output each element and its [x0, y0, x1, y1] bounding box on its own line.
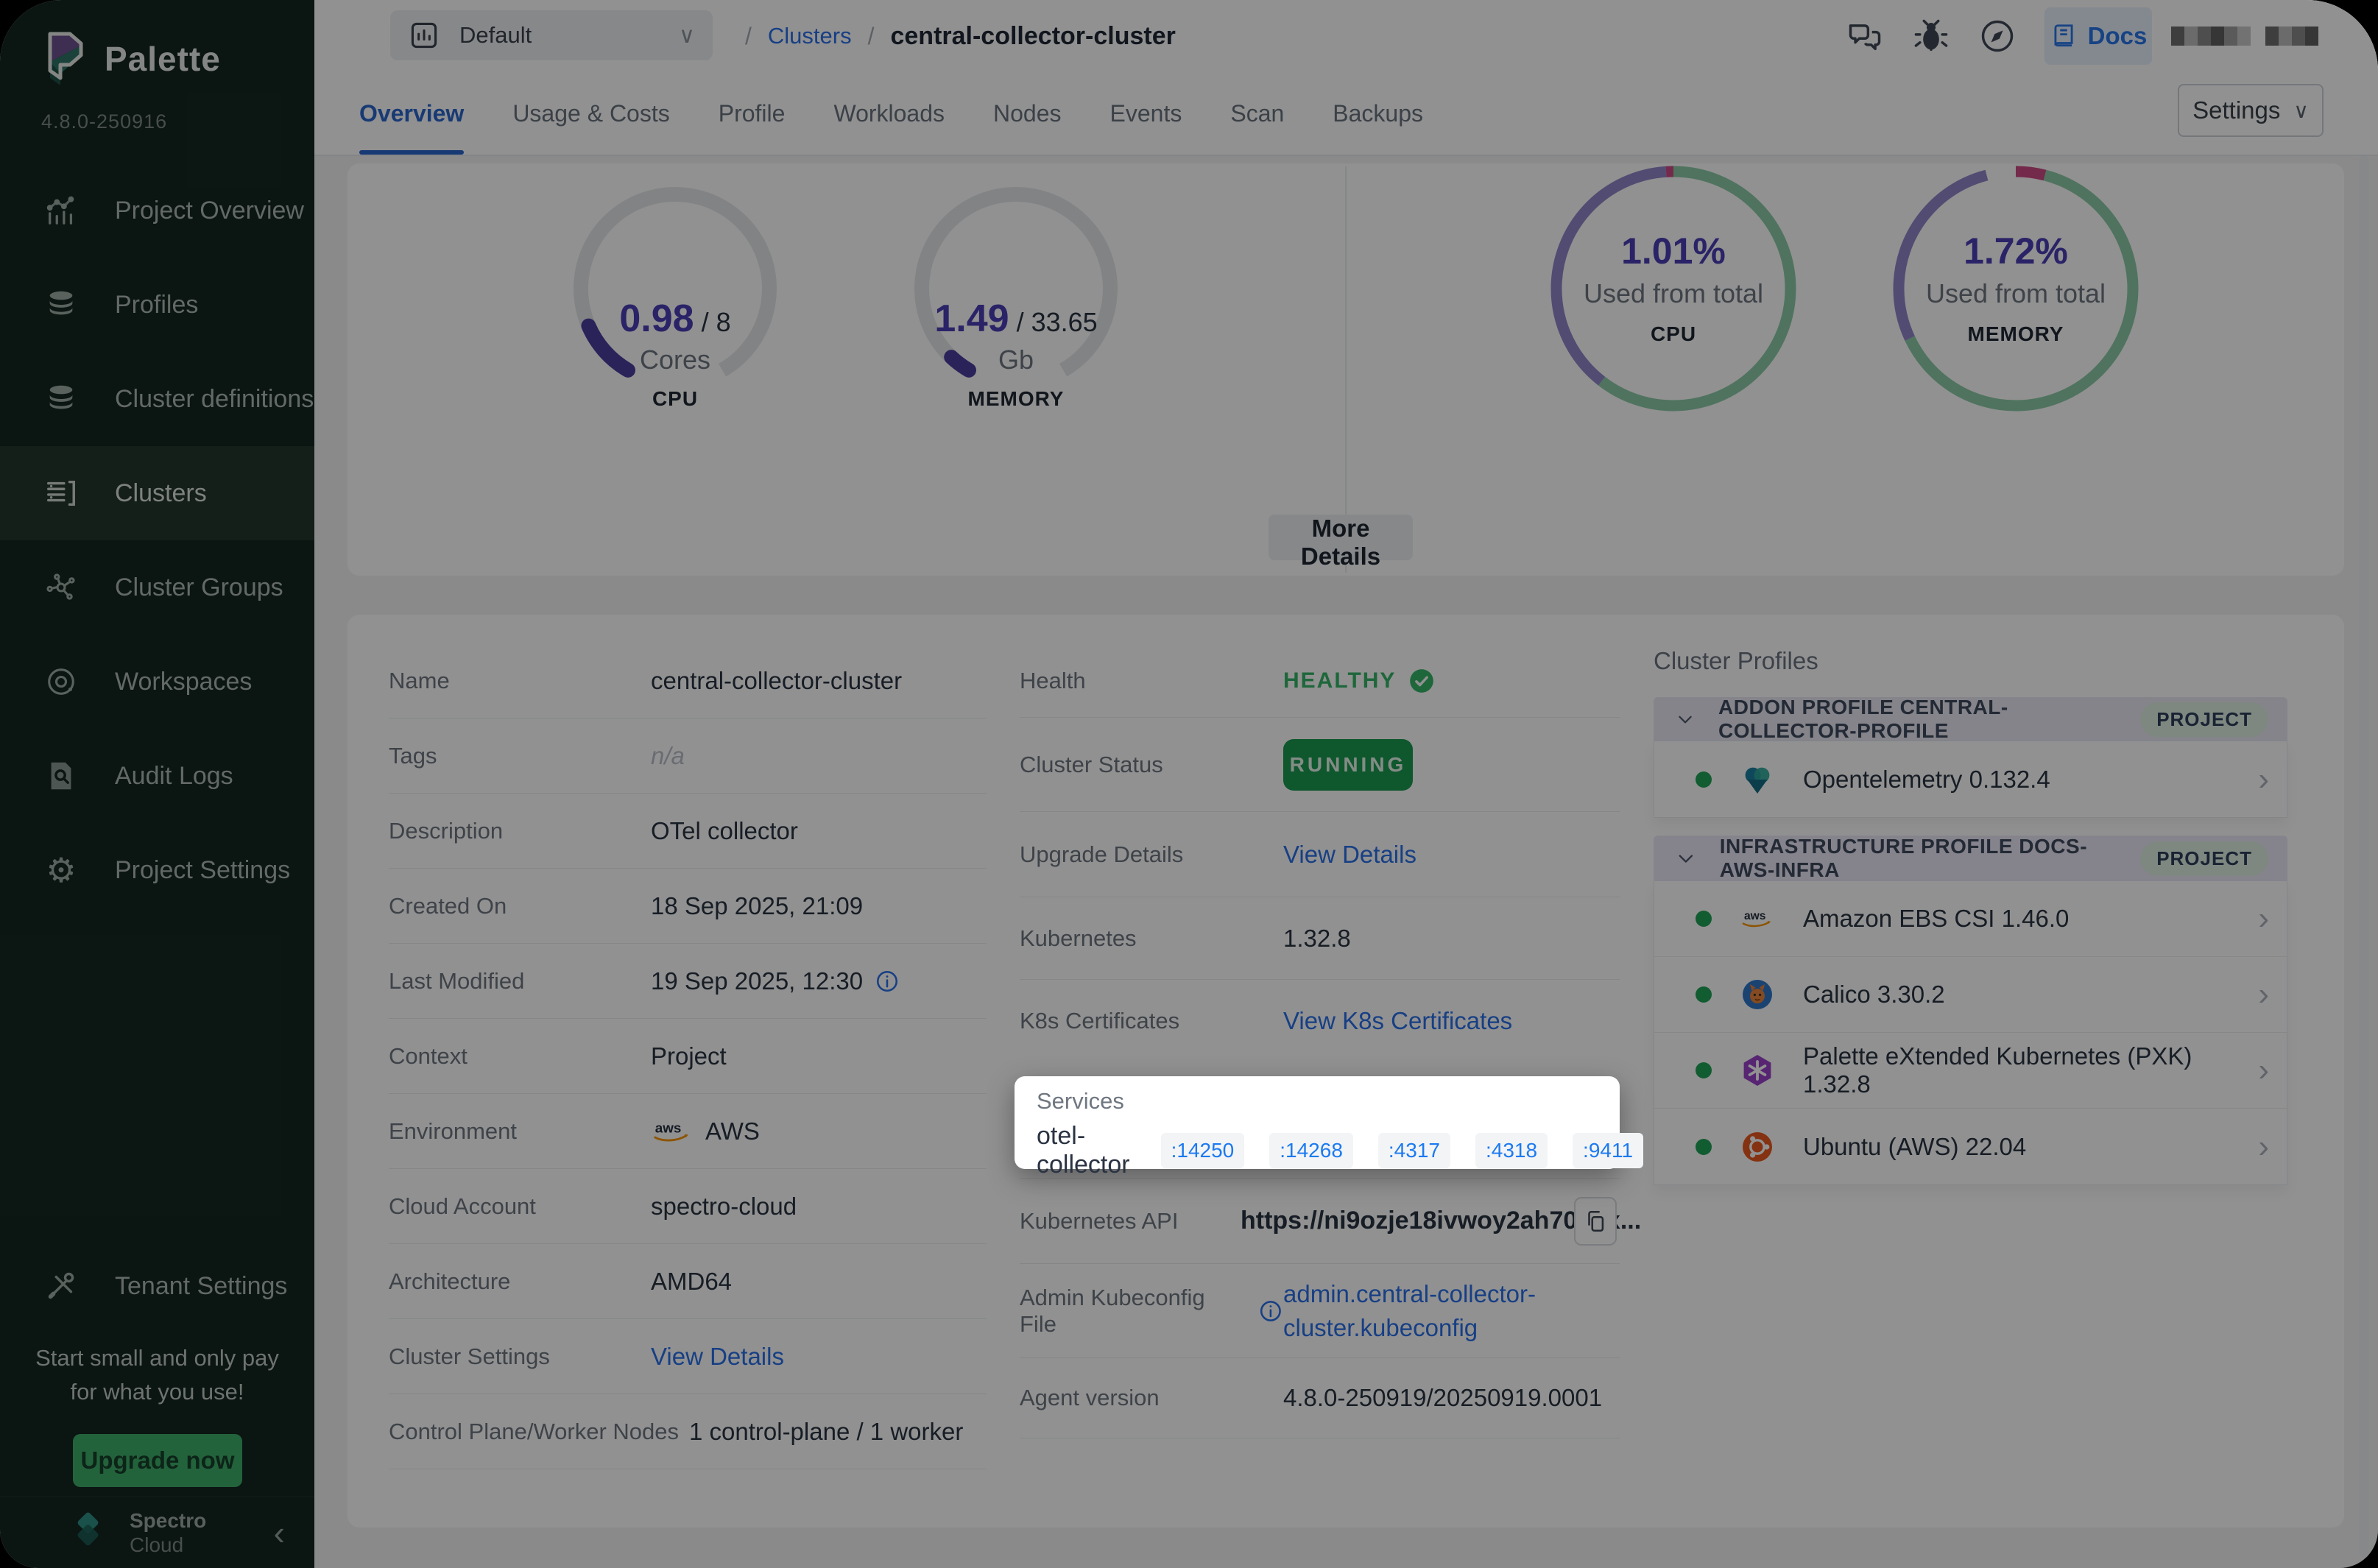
app-window: Palette 4.8.0-250916 Project Overview: [0, 0, 2378, 1568]
spotlight-dim-overlay: [0, 0, 2378, 1568]
services-label: Services: [1037, 1088, 1599, 1115]
service-port-link[interactable]: :4317: [1378, 1133, 1450, 1168]
service-name: otel-collector: [1037, 1122, 1130, 1179]
service-port-link[interactable]: :9411: [1573, 1133, 1643, 1168]
services-row: otel-collector :14250 :14268 :4317 :4318…: [1037, 1122, 1599, 1179]
service-port-link[interactable]: :4318: [1475, 1133, 1548, 1168]
service-port-link[interactable]: :14250: [1161, 1133, 1245, 1168]
service-port-link[interactable]: :14268: [1269, 1133, 1353, 1168]
services-spotlight: Services otel-collector :14250 :14268 :4…: [1015, 1076, 1620, 1169]
